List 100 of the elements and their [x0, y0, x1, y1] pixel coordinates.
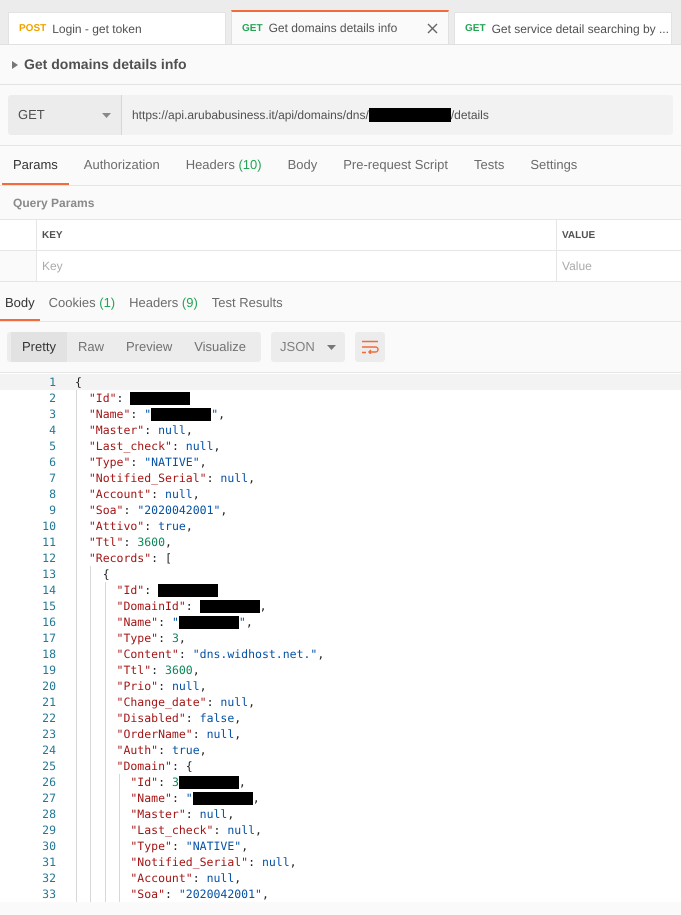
line-number: 7 — [48, 470, 56, 486]
json-value: null — [172, 678, 200, 694]
column-header: VALUE — [562, 228, 596, 242]
section-tab[interactable]: Params — [2, 146, 69, 185]
method-label: GET — [465, 22, 486, 36]
json-key: "Master" — [75, 422, 144, 438]
json-value: " — [144, 406, 152, 422]
redaction-bar — [151, 408, 212, 420]
view-mode-button[interactable]: Visualize — [183, 332, 258, 362]
json-key: "DomainId" — [75, 598, 186, 614]
redaction-bar — [178, 776, 239, 788]
json-value: null — [262, 854, 290, 870]
expand-caret-icon[interactable] — [12, 60, 18, 68]
json-punctuation: : — [116, 390, 124, 406]
json-punctuation: , — [246, 614, 253, 630]
json-key: "Name" — [75, 406, 130, 422]
line-number: 27 — [41, 790, 56, 806]
json-key: "Ttl" — [75, 662, 152, 678]
json-punctuation: , — [262, 886, 269, 902]
request-tab[interactable]: POST Login - get token — [8, 12, 226, 44]
redaction-bar — [158, 584, 218, 596]
section-tab[interactable]: Body — [276, 146, 328, 185]
section-tab[interactable]: Tests — [462, 146, 516, 185]
json-punctuation: : — [144, 518, 152, 534]
json-punctuation: , — [317, 646, 324, 662]
json-key: "Type" — [75, 838, 172, 854]
line-number: 33 — [41, 886, 56, 902]
json-value: null — [220, 694, 248, 710]
response-tab[interactable]: Cookies (1) — [44, 287, 120, 321]
view-mode-button[interactable]: Raw — [66, 332, 115, 362]
json-key: "Soa" — [75, 502, 124, 518]
line-number: 26 — [41, 774, 56, 790]
json-value: null — [158, 422, 186, 438]
json-value: " — [186, 790, 193, 806]
json-key: "Id" — [75, 582, 144, 598]
json-punctuation: , — [248, 470, 256, 486]
section-tab[interactable]: Headers (10) — [174, 146, 273, 185]
line-number: 8 — [48, 486, 56, 502]
section-heading: Query Params — [13, 194, 94, 212]
url-field[interactable]: https://api.arubabusiness.it/api/domains/dns/ /details — [122, 95, 673, 135]
section-tab[interactable]: Settings — [519, 146, 588, 185]
json-value: null — [227, 822, 256, 838]
json-value: null — [220, 470, 248, 486]
request-tab[interactable]: GET Get service detail searching by ... — [454, 12, 672, 44]
json-punctuation: , — [186, 518, 193, 534]
line-number: 14 — [41, 582, 56, 598]
key-input[interactable]: Key — [37, 251, 557, 282]
response-tab[interactable]: Test Results — [206, 287, 288, 321]
caret-icon — [102, 112, 111, 118]
request-tab[interactable]: GET Get domains details info — [231, 10, 449, 44]
view-mode-button[interactable]: Preview — [114, 332, 184, 362]
redaction-bar — [178, 616, 239, 628]
redaction-bar — [130, 392, 190, 404]
json-punctuation: , — [252, 790, 260, 806]
json-punctuation: , — [290, 854, 297, 870]
json-value: 3600 — [165, 662, 193, 678]
json-key: "Attivo" — [75, 518, 144, 534]
json-punctuation: : — [186, 710, 194, 726]
json-punctuation: : — [144, 582, 152, 598]
close-icon[interactable] — [427, 22, 438, 34]
json-value: "dns.widhost.net." — [192, 646, 318, 662]
json-punctuation: : — [158, 614, 166, 630]
json-key: "Ttl" — [75, 534, 124, 550]
json-punctuation: , — [234, 710, 242, 726]
json-punctuation: , — [192, 662, 200, 678]
section-tab[interactable]: Pre-request Script — [332, 146, 459, 185]
response-tab[interactable]: Headers (9) — [124, 287, 203, 321]
json-key: "Content" — [75, 646, 179, 662]
json-key: "Account" — [75, 486, 152, 502]
method-dropdown[interactable]: GET — [8, 95, 122, 135]
line-number: 2 — [48, 390, 56, 406]
json-punctuation: : — [248, 854, 256, 870]
json-key: "Disabled" — [75, 710, 186, 726]
line-number: 23 — [41, 726, 56, 742]
json-punctuation: : — [192, 726, 201, 742]
line-number: 3 — [48, 406, 56, 422]
json-punctuation: , — [227, 806, 234, 822]
json-punctuation: : — [158, 742, 166, 758]
format-dropdown[interactable]: JSON — [271, 332, 346, 362]
line-number: 9 — [48, 502, 56, 518]
wrap-lines-button[interactable] — [355, 332, 386, 362]
section-tab[interactable]: Authorization — [72, 146, 171, 185]
json-punctuation: : — [158, 678, 166, 694]
line-number: 24 — [41, 742, 56, 758]
json-value: "2020042001" — [178, 886, 262, 902]
json-punctuation: : — [206, 470, 214, 486]
view-mode-button[interactable]: Pretty — [11, 332, 67, 362]
json-punctuation: : — [158, 774, 166, 790]
json-value: true — [158, 518, 186, 534]
json-value: null — [186, 438, 214, 454]
json-key: "Change_date" — [75, 694, 207, 710]
line-number: 25 — [41, 758, 56, 774]
json-value: null — [206, 726, 234, 742]
value-input[interactable]: Value — [557, 251, 681, 282]
line-number: 12 — [41, 550, 56, 566]
response-tab[interactable]: Body — [0, 287, 40, 321]
json-punctuation: : — [192, 870, 201, 886]
json-punctuation: : — [186, 598, 194, 614]
line-number: 19 — [41, 662, 56, 678]
line-number: 31 — [41, 854, 56, 870]
